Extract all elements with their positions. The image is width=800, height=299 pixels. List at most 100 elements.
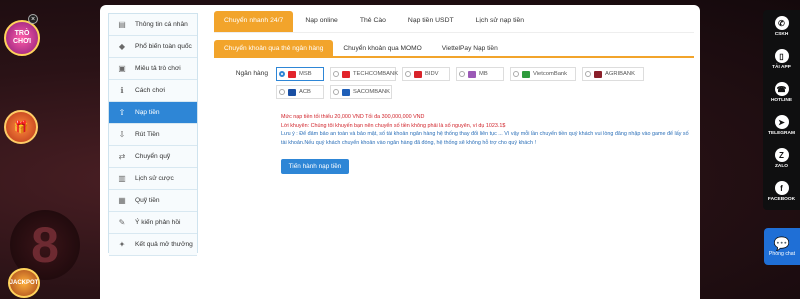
- bank-logo-icon: [594, 70, 602, 78]
- gift-promo-badge[interactable]: 🎁: [4, 110, 38, 144]
- tab-deposit-method[interactable]: Nạp tiền USDT: [398, 11, 464, 32]
- contact-zalo[interactable]: Z ZALO: [763, 142, 800, 175]
- bank-selection-row: Ngân hàng MSB TECHCOMBANK BIDV MB VietcomBan…: [214, 67, 694, 103]
- bank-logo-icon: [468, 70, 476, 78]
- contact-label: TELEGRAM: [768, 131, 795, 136]
- bank-logo-icon: [414, 70, 422, 78]
- tab-deposit-method[interactable]: Lịch sử nạp tiền: [466, 11, 534, 32]
- transfer-icon: ⇄: [118, 152, 126, 161]
- contact-support[interactable]: ✆ CSKH: [763, 10, 800, 43]
- radio-button[interactable]: [585, 71, 591, 77]
- info-icon: ℹ: [120, 86, 124, 95]
- bank-options: MSB TECHCOMBANK BIDV MB VietcomBank AGRIBANK A…: [276, 67, 686, 103]
- submit-deposit-button[interactable]: Tiến hành nạp tiền: [281, 159, 349, 174]
- contact-download-app[interactable]: ▯ TẢI APP: [763, 43, 800, 76]
- sidebar-item-label: Cách chơi: [135, 87, 165, 94]
- sidebar-item-label: Miêu tả trò chơi: [135, 65, 181, 72]
- tab-deposit-method[interactable]: Thẻ Cào: [350, 11, 396, 32]
- sidebar-item-history[interactable]: ▥ Lịch sử cược: [109, 168, 197, 190]
- deposit-icon: ⇧: [118, 108, 126, 117]
- contact-telegram[interactable]: ➤ TELEGRAM: [763, 109, 800, 142]
- contact-label: FACEBOOK: [767, 197, 796, 202]
- sidebar-item-diamond[interactable]: ◆ Phổ biến toàn quốc: [109, 36, 197, 58]
- bank-logo-icon: [288, 88, 296, 96]
- sidebar-item-user-card[interactable]: ▤ Thông tin cá nhân: [109, 14, 197, 36]
- user-card-icon: ▤: [118, 20, 126, 29]
- sidebar-item-label: Ý kiến phản hồi: [135, 219, 181, 226]
- radio-button[interactable]: [405, 71, 411, 77]
- sidebar-item-label: Thông tin cá nhân: [135, 21, 188, 28]
- contact-label: HOTLINE: [770, 98, 793, 103]
- contact-label: TẢI APP: [772, 65, 791, 70]
- bank-logo-icon: [342, 70, 350, 78]
- sidebar-item-transfer[interactable]: ⇄ Chuyển quỹ: [109, 146, 197, 168]
- radio-button[interactable]: [279, 71, 285, 77]
- bank-name: TECHCOMBANK: [353, 71, 399, 77]
- contact-label: ZALO: [774, 164, 789, 169]
- radio-button[interactable]: [279, 89, 285, 95]
- sidebar-item-deposit[interactable]: ⇧ Nạp tiền: [109, 102, 197, 124]
- deposit-content: Chuyển nhanh 24/7 Nạp online Thẻ Cào Nạp ti…: [214, 11, 694, 174]
- deposit-advice-note: Lời khuyên: Chúng tôi khuyến bạn nên chu…: [281, 122, 506, 129]
- zalo-icon: Z: [774, 148, 789, 162]
- contact-facebook[interactable]: f FACEBOOK: [763, 175, 800, 208]
- bank-name: MSB: [299, 71, 312, 77]
- bank-name: MB: [479, 71, 488, 77]
- sidebar-item-feedback[interactable]: ✎ Ý kiến phản hồi: [109, 212, 197, 234]
- bank-option[interactable]: SACOMBANK: [330, 85, 392, 99]
- bank-option[interactable]: TECHCOMBANK: [330, 67, 399, 81]
- image-icon: ▣: [118, 64, 126, 73]
- jackpot-label: JACKPOT: [9, 280, 39, 286]
- chat-room-button[interactable]: 💬 Phòng chat: [764, 228, 800, 265]
- bank-option[interactable]: VietcomBank: [510, 67, 576, 81]
- game-promo-badge[interactable]: TRÒ CHƠI: [4, 20, 40, 56]
- bank-logo-icon: [288, 70, 296, 78]
- close-icon[interactable]: ×: [28, 14, 38, 24]
- tab-transfer-type[interactable]: ViettelPay Nạp tiền: [432, 40, 508, 56]
- radio-button[interactable]: [459, 71, 465, 77]
- sidebar-item-wallet[interactable]: ▦ Quỹ tiền: [109, 190, 197, 212]
- result-icon: ✦: [118, 240, 126, 249]
- gift-icon: 🎁: [13, 120, 29, 134]
- wallet-icon: ▦: [118, 196, 126, 205]
- contact-phone[interactable]: ☎ HOTLINE: [763, 76, 800, 109]
- sidebar-item-result[interactable]: ✦ Kết quả mở thưởng: [109, 234, 197, 256]
- bank-option[interactable]: MSB: [276, 67, 324, 81]
- bank-option[interactable]: MB: [456, 67, 504, 81]
- chat-bubbles-icon: 💬: [773, 235, 791, 251]
- tab-deposit-method[interactable]: Chuyển nhanh 24/7: [214, 11, 294, 32]
- bank-name: BIDV: [425, 71, 439, 77]
- bank-name: ACB: [299, 89, 311, 95]
- radio-button[interactable]: [333, 71, 339, 77]
- tab-deposit-method[interactable]: Nạp online: [295, 11, 348, 32]
- bank-name: SACOMBANK: [353, 89, 391, 95]
- game-promo-label: TRÒ CHƠI: [12, 30, 32, 45]
- sidebar-item-label: Quỹ tiền: [135, 197, 160, 204]
- tab-transfer-type[interactable]: Chuyển khoản qua thẻ ngân hàng: [214, 40, 334, 56]
- deposit-method-tabs: Chuyển nhanh 24/7 Nạp online Thẻ Cào Nạp ti…: [214, 11, 694, 33]
- sidebar-item-label: Lịch sử cược: [135, 175, 174, 182]
- sidebar-item-withdraw[interactable]: ⇩ Rút Tiền: [109, 124, 197, 146]
- history-icon: ▥: [118, 174, 126, 183]
- bank-option[interactable]: AGRIBANK: [582, 67, 644, 81]
- deposit-warning-note: Lưu ý : Để đảm bảo an toàn và bảo mật, s…: [281, 131, 689, 146]
- feedback-icon: ✎: [118, 218, 126, 227]
- contact-label: CSKH: [774, 32, 789, 37]
- tab-transfer-type[interactable]: Chuyển khoản qua MOMO: [333, 40, 431, 56]
- bank-logo-icon: [522, 70, 530, 78]
- bank-label: Ngân hàng: [235, 70, 268, 77]
- bank-option[interactable]: BIDV: [402, 67, 450, 81]
- sidebar-item-label: Kết quả mở thưởng: [135, 241, 193, 248]
- telegram-icon: ➤: [774, 115, 789, 129]
- sidebar-item-info[interactable]: ℹ Cách chơi: [109, 80, 197, 102]
- account-sidebar: ▤ Thông tin cá nhân ◆ Phổ biến toàn quốc ▣ Mi…: [108, 13, 198, 256]
- sidebar-item-image[interactable]: ▣ Miêu tả trò chơi: [109, 58, 197, 80]
- jackpot-promo-badge[interactable]: JACKPOT: [8, 268, 40, 298]
- radio-button[interactable]: [513, 71, 519, 77]
- left-promo-area: TRÒ CHƠI × 🎁 8 JACKPOT: [0, 0, 100, 299]
- radio-button[interactable]: [333, 89, 339, 95]
- bank-option[interactable]: ACB: [276, 85, 324, 99]
- withdraw-icon: ⇩: [118, 130, 126, 139]
- sidebar-item-label: Chuyển quỹ: [135, 153, 171, 160]
- diamond-icon: ◆: [118, 42, 126, 51]
